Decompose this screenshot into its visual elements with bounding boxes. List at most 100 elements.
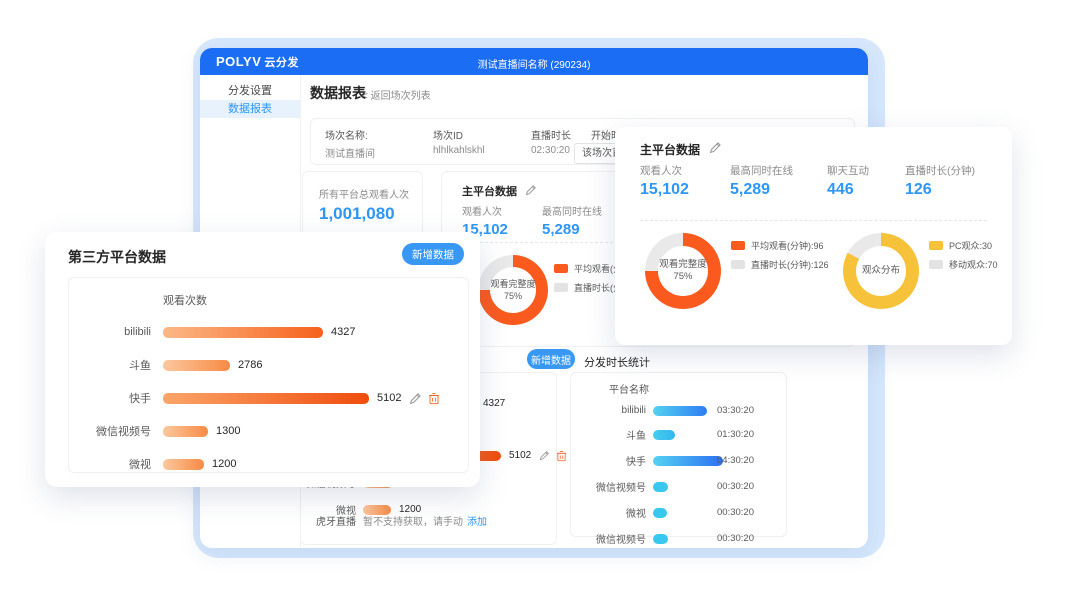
bar [653,430,675,440]
bar-track [653,534,717,544]
platform-label: 快手 [571,453,646,468]
page-title: 数据报表 [310,83,366,103]
audience-distribution-legend: PC观众:30 移动观众:70 [929,239,998,271]
bar-value: 5102 [509,450,531,461]
duration-value: 00:30:20 [717,507,754,518]
session-name-label: 场次名称: [325,127,368,142]
stat-value: 446 [827,181,905,199]
duration-row: 斗鱼 01:30:20 [571,427,786,442]
stat-label: 观看人次 [640,163,730,178]
overlay-main-title: 主平台数据 [640,141,700,158]
legend-swatch [731,260,745,269]
edit-icon[interactable] [525,183,537,201]
duration-value: 00:30:20 [717,481,754,492]
donut-center-line1: 观看完整度 [490,278,535,290]
platform-label: 快手 [69,390,151,406]
audience-distribution-donut: 观众分布 [843,233,919,309]
watch-completion-donut: 观看完整度 75% [645,233,721,309]
legend-item: 平均观看(分钟):96 [731,239,829,252]
bar-row: 微信视频号 1300 [69,425,468,437]
delete-icon[interactable] [428,392,440,405]
duration-value: 01:30:20 [717,429,754,440]
edit-icon[interactable] [539,450,550,461]
sidebar-item-data-report[interactable]: 数据报表 [200,100,300,118]
stat-label: 观看人次 [462,203,542,218]
bar-row: bilibili 4327 [69,326,468,338]
session-name-value: 测试直播间 [325,145,375,160]
legend-item: 直播时长(分钟):126 [731,258,829,271]
bar-value: 4327 [331,326,355,338]
bar-value: 4327 [483,398,505,409]
bar [653,482,668,492]
view-count-header: 观看次数 [163,292,207,308]
duration-row: 微信视频号 00:30:20 [571,479,786,494]
stat-column: 最高同时在线 5,289 [542,203,602,238]
legend-swatch [554,264,568,273]
back-to-session-list-link[interactable]: < 返回场次列表 [362,87,431,102]
bar [163,426,208,437]
duration-row: 快手 04:30:20 [571,453,786,468]
third-party-overlay-card: 第三方平台数据 新增数据 观看次数 bilibili 4327 斗鱼 2786 [45,232,480,487]
main-platform-overlay-card: 主平台数据 观看人次 15,102 最高同时在线 5,289 聊天互动 446 … [615,127,1012,345]
stat-value: 126 [905,181,975,199]
add-data-button[interactable]: 新增数据 [402,243,464,265]
third-party-rows: bilibili 4327 斗鱼 2786 快手 [69,326,468,470]
donut-center-line2: 75% [504,290,522,302]
bar-track [653,406,717,416]
bar-value: 1300 [216,425,240,437]
duration-row: bilibili 03:30:20 [571,405,786,416]
stat-column: 直播时长(分钟) 126 [905,163,975,199]
platform-label: 微信视频号 [571,479,646,494]
bar [653,406,707,416]
stat-column: 聊天互动 446 [827,163,905,199]
bar-row: 斗鱼 2786 [69,359,468,371]
legend-swatch [554,283,568,292]
stat-column: 观看人次 15,102 [640,163,730,199]
stat-value: 5,289 [542,221,602,238]
main-platform-card-title: 主平台数据 [462,183,517,199]
stat-label: 最高同时在线 [542,203,602,218]
edit-icon[interactable] [409,392,422,405]
window-header: POLYV云分发 测试直播间名称 (290234) [200,48,868,75]
duration-section-title: 分发时长统计 [584,354,650,370]
delete-icon[interactable] [556,450,567,462]
bar-value: 1200 [212,458,236,470]
add-data-button[interactable]: 新增数据 [527,349,575,369]
legend-item: PC观众:30 [929,239,998,252]
donut-center-label: 观看完整度 75% [478,255,548,325]
bar-value: 2786 [238,359,262,371]
platform-label: bilibili [571,405,646,416]
watch-completion-legend: 平均观看(分钟):96 直播时长(分钟):126 [731,239,829,271]
bar [653,508,667,518]
platform-label: 微视 [571,505,646,520]
duration-value: 03:30:20 [717,405,754,416]
donut-center-label: 观众分布 [843,233,919,309]
duration-rows: bilibili 03:30:20 斗鱼 01:30:20 快手 04:30:2… [571,405,786,546]
total-viewers-value: 1,001,080 [319,204,395,224]
legend-swatch [929,260,943,269]
platform-label: 微视 [69,456,151,472]
bar-track [653,508,717,518]
bar [163,459,204,470]
divider [640,220,987,221]
huya-note-text: 暂不支持获取，请手动 [363,513,463,528]
bar-track [653,430,717,440]
bar-track [653,482,717,492]
huya-label: 虎牙直播 [301,513,356,528]
stat-column: 最高同时在线 5,289 [730,163,827,199]
legend-text: 直播时长(分钟):126 [751,258,829,271]
bar-row: 微视 1200 [69,458,468,470]
session-id-label: 场次ID [433,127,463,142]
edit-icon[interactable] [709,141,722,159]
bar-value: 5102 [377,392,401,404]
donut-center-line1: 观看完整度 [659,259,707,271]
total-viewers-label: 所有平台总观看人次 [319,186,409,201]
legend-text: 平均观看(分钟):96 [751,239,824,252]
sidebar-item-distribution-settings[interactable]: 分发设置 [200,82,300,100]
overlay-third-title: 第三方平台数据 [68,247,166,267]
huya-add-link[interactable]: 添加 [467,513,487,528]
donut-center-label: 观看完整度 75% [645,233,721,309]
donut-center-line2: 75% [673,271,692,283]
overlay-main-stats: 观看人次 15,102 最高同时在线 5,289 聊天互动 446 直播时长(分… [640,163,975,199]
platform-label: 微信视频号 [69,423,151,439]
